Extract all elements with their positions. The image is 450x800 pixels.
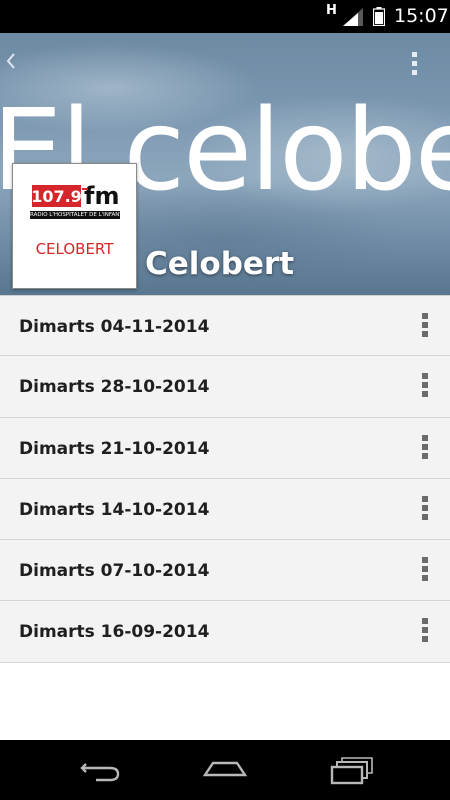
item-overflow-icon[interactable] [421, 557, 429, 585]
list-item[interactable]: Dimarts 16-09-2014 [0, 601, 450, 663]
battery-icon [373, 7, 385, 26]
header-banner: El celobert 107.9 fm RADIO L'HOSPITALET … [0, 33, 450, 295]
episode-label: Dimarts 16-09-2014 [19, 622, 210, 643]
episode-list: Dimarts 04-11-2014 Dimarts 28-10-2014 Di… [0, 295, 450, 663]
clock: 15:07 [394, 5, 449, 27]
logo-band: fm [84, 185, 118, 207]
home-icon[interactable] [201, 755, 249, 785]
list-item[interactable]: Dimarts 07-10-2014 [0, 540, 450, 602]
item-overflow-icon[interactable] [421, 313, 429, 341]
item-overflow-icon[interactable] [421, 618, 429, 646]
episode-label: Dimarts 14-10-2014 [19, 499, 210, 520]
signal-icon [343, 8, 363, 26]
episode-label: Dimarts 28-10-2014 [19, 377, 210, 398]
list-item[interactable]: Dimarts 04-11-2014 [0, 295, 450, 357]
episode-label: Dimarts 07-10-2014 [19, 561, 210, 582]
status-bar: H 15:07 [0, 0, 450, 33]
list-item[interactable]: Dimarts 28-10-2014 [0, 356, 450, 418]
episode-label: Dimarts 04-11-2014 [19, 317, 210, 337]
logo-frequency: 107.9 [32, 187, 82, 206]
navigation-bar [0, 740, 450, 800]
logo-program-name: CELOBERT [35, 240, 114, 258]
episode-label: Dimarts 21-10-2014 [19, 438, 210, 459]
back-chevron-icon[interactable] [4, 51, 18, 71]
item-overflow-icon[interactable] [421, 495, 429, 524]
program-logo: 107.9 fm RADIO L'HOSPITALET DE L'INFANT … [12, 163, 137, 289]
back-icon[interactable] [76, 755, 124, 785]
list-item[interactable]: Dimarts 21-10-2014 [0, 417, 450, 479]
station-caption: RADIO L'HOSPITALET DE L'INFANT [30, 211, 120, 219]
item-overflow-icon[interactable] [421, 434, 429, 463]
overflow-menu-icon[interactable] [411, 51, 419, 77]
station-logo-mark: 107.9 fm [32, 185, 118, 207]
item-overflow-icon[interactable] [421, 373, 429, 401]
network-type-indicator: H [326, 3, 337, 18]
list-item[interactable]: Dimarts 14-10-2014 [0, 478, 450, 541]
recents-icon[interactable] [328, 755, 376, 785]
show-title: Celobert [145, 246, 295, 282]
